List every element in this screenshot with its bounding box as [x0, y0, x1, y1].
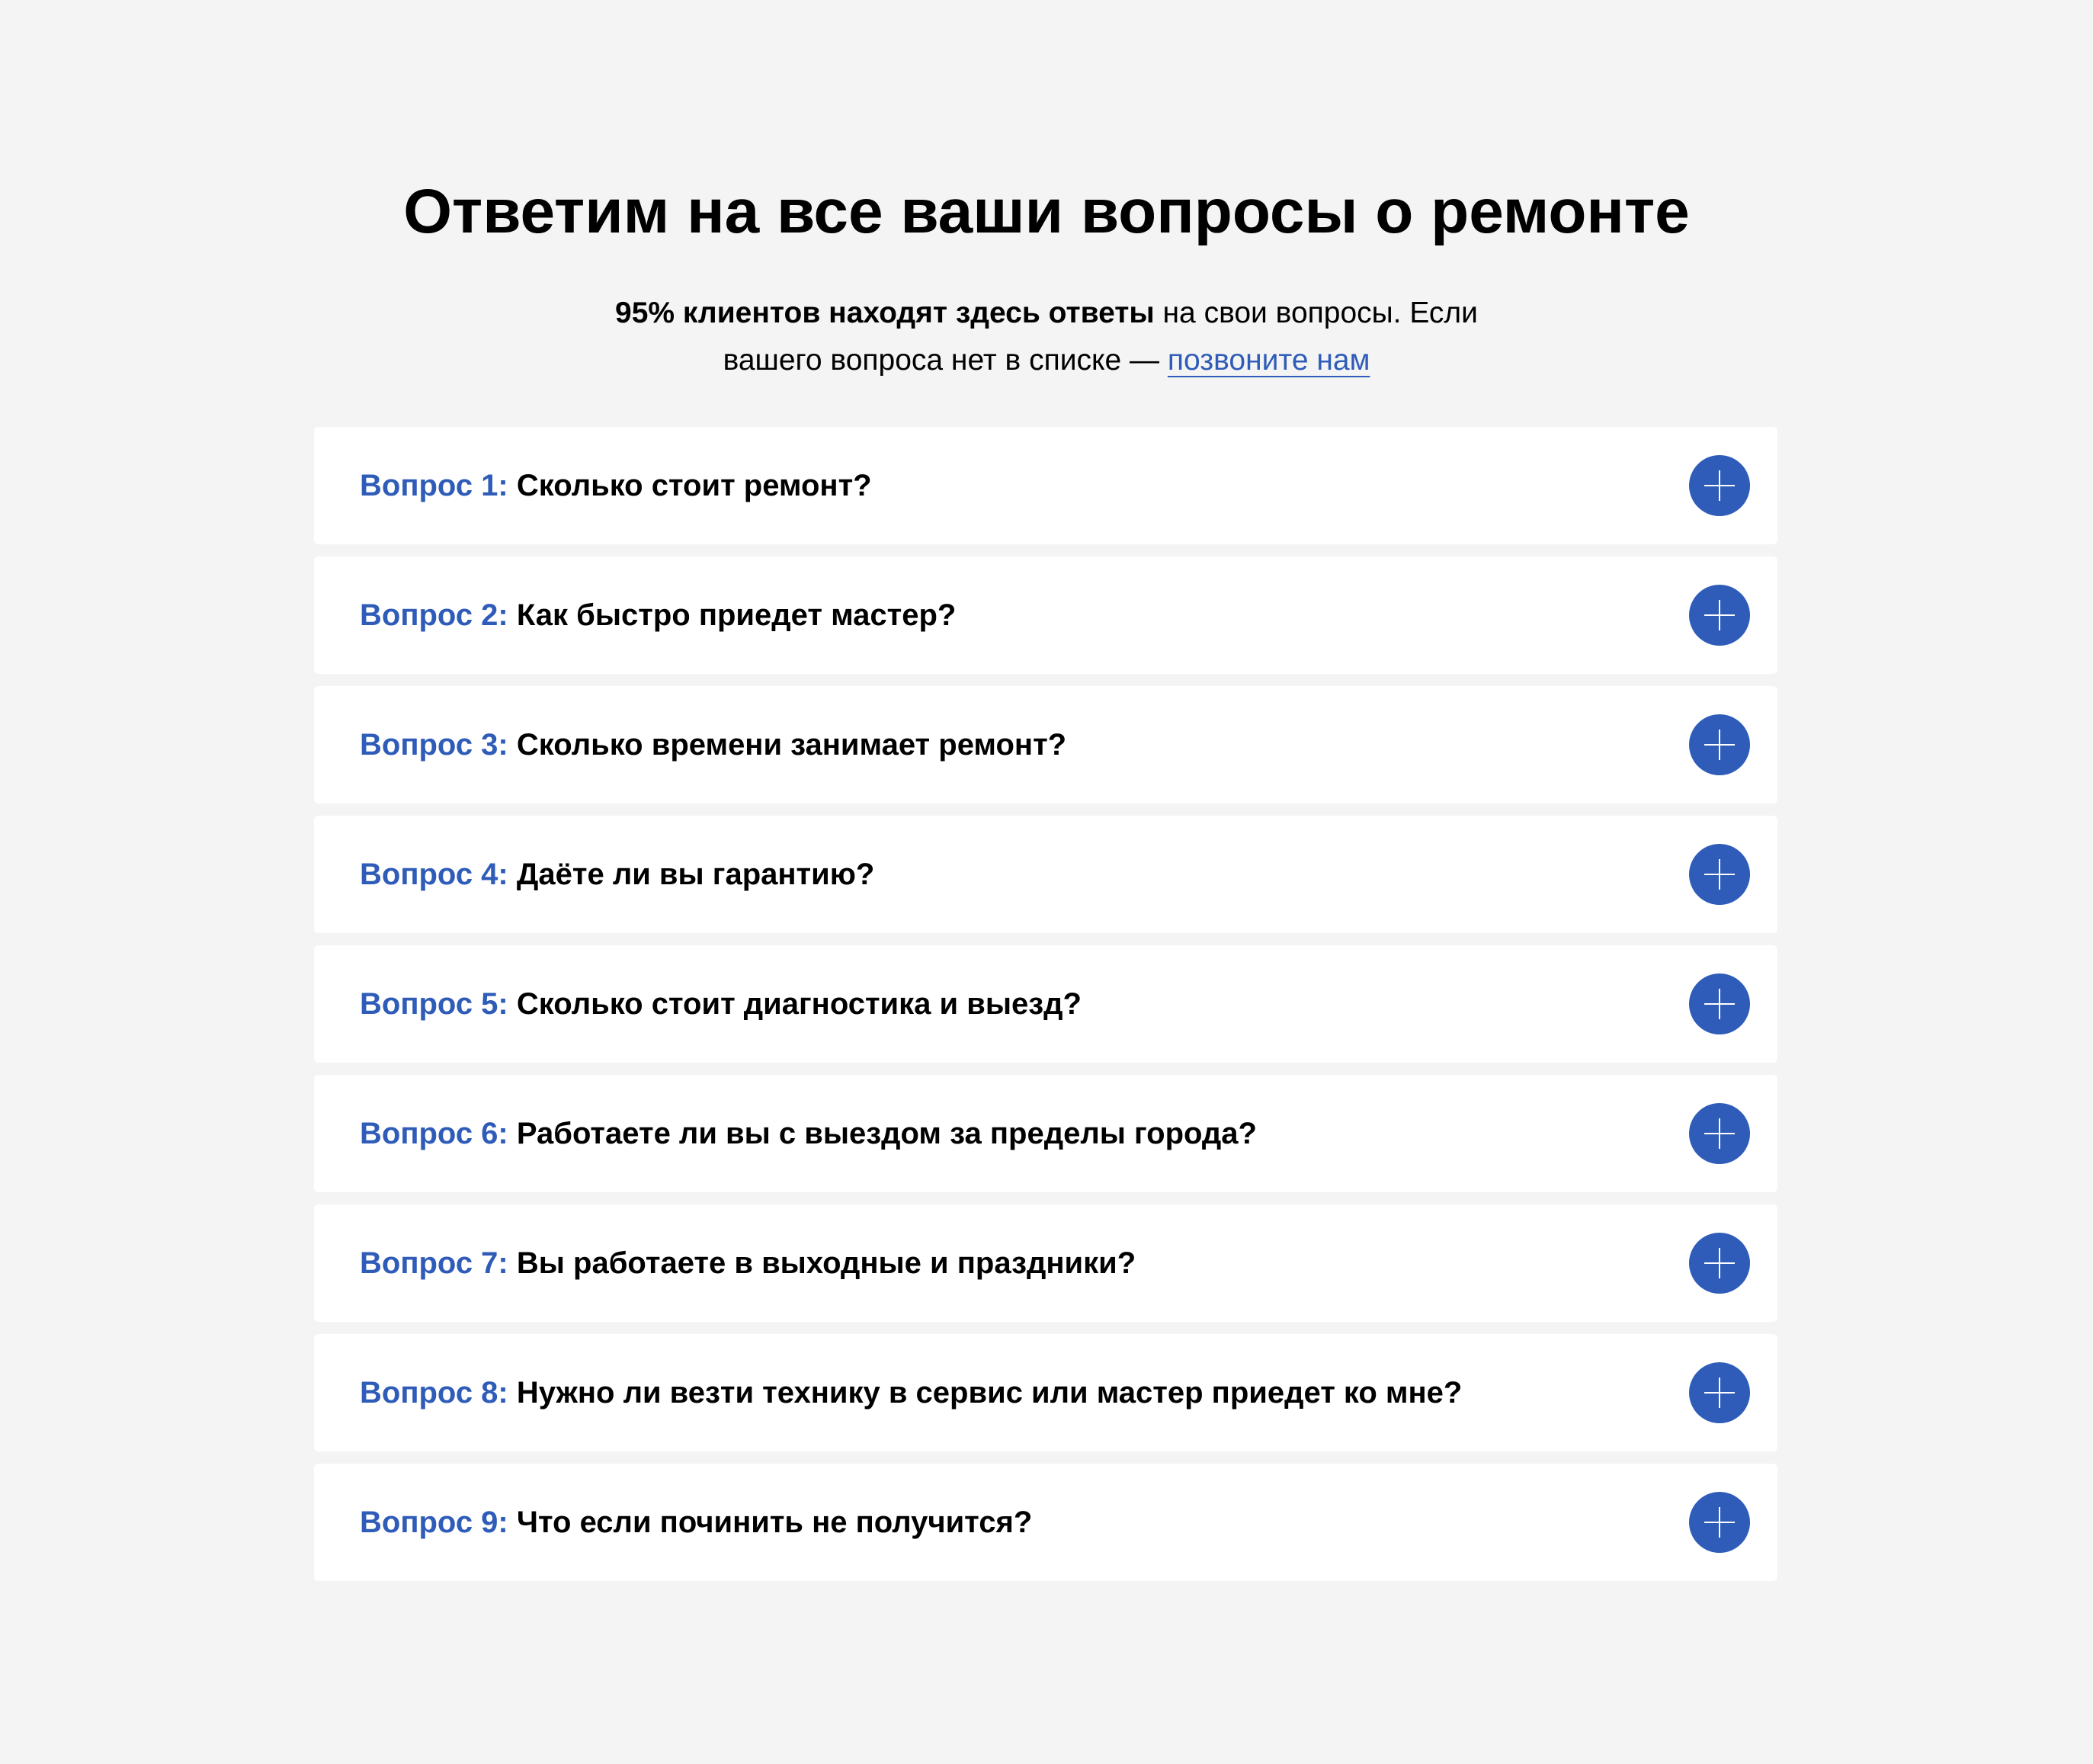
faq-item-5[interactable]: Вопрос 5: Сколько стоит диагностика и вы… [314, 945, 1777, 1063]
faq-question-text: Как быстро приедет мастер? [516, 598, 957, 632]
faq-question: Вопрос 2: Как быстро приедет мастер? [360, 556, 956, 674]
faq-question: Вопрос 8: Нужно ли везти технику в серви… [360, 1334, 1462, 1451]
call-us-link[interactable]: позвоните нам [1168, 344, 1370, 377]
expand-button[interactable] [1689, 1492, 1750, 1553]
faq-question: Вопрос 4: Даёте ли вы гарантию? [360, 816, 874, 933]
plus-icon [1704, 1248, 1735, 1278]
faq-number: Вопрос 5: [360, 987, 508, 1021]
faq-question: Вопрос 5: Сколько стоит диагностика и вы… [360, 945, 1082, 1063]
faq-question-text: Вы работаете в выходные и праздники? [516, 1246, 1136, 1280]
page-title: Ответим на все ваши вопросы о ремонте [403, 177, 1690, 246]
plus-icon [1704, 989, 1735, 1019]
faq-number: Вопрос 6: [360, 1117, 508, 1150]
faq-question: Вопрос 3: Сколько времени занимает ремон… [360, 686, 1066, 803]
faq-number: Вопрос 8: [360, 1376, 508, 1410]
faq-item-4[interactable]: Вопрос 4: Даёте ли вы гарантию? [314, 816, 1777, 933]
expand-button[interactable] [1689, 973, 1750, 1034]
faq-item-1[interactable]: Вопрос 1: Сколько стоит ремонт? [314, 427, 1777, 544]
faq-number: Вопрос 3: [360, 728, 508, 762]
faq-item-7[interactable]: Вопрос 7: Вы работаете в выходные и праз… [314, 1204, 1777, 1322]
subtitle-text: на свои вопросы. Если [1154, 297, 1478, 329]
faq-question-text: Что если починить не получится? [516, 1506, 1033, 1539]
faq-number: Вопрос 2: [360, 598, 508, 632]
expand-button[interactable] [1689, 1233, 1750, 1294]
faq-item-3[interactable]: Вопрос 3: Сколько времени занимает ремон… [314, 686, 1777, 803]
subtitle-line-1: 95% клиентов находят здесь ответы на сво… [513, 290, 1580, 337]
subtitle-highlight: 95% клиентов находят здесь ответы [615, 297, 1155, 329]
faq-item-2[interactable]: Вопрос 2: Как быстро приедет мастер? [314, 556, 1777, 674]
plus-icon [1704, 1378, 1735, 1408]
faq-list: Вопрос 1: Сколько стоит ремонт? Вопрос 2… [314, 427, 1777, 1593]
expand-button[interactable] [1689, 1362, 1750, 1423]
plus-icon [1704, 470, 1735, 501]
faq-question: Вопрос 1: Сколько стоит ремонт? [360, 427, 872, 544]
faq-question-text: Даёте ли вы гарантию? [516, 858, 875, 891]
faq-number: Вопрос 7: [360, 1246, 508, 1280]
faq-number: Вопрос 9: [360, 1506, 508, 1539]
faq-number: Вопрос 4: [360, 858, 508, 891]
subtitle-text-2: вашего вопроса нет в списке — [723, 344, 1168, 377]
page-subtitle: 95% клиентов находят здесь ответы на сво… [513, 290, 1580, 384]
faq-question-text: Работаете ли вы с выездом за пределы гор… [516, 1117, 1257, 1150]
plus-icon [1704, 859, 1735, 890]
expand-button[interactable] [1689, 585, 1750, 646]
subtitle-line-2: вашего вопроса нет в списке — позвоните … [513, 337, 1580, 384]
plus-icon [1704, 1118, 1735, 1149]
faq-question-text: Нужно ли везти технику в сервис или маст… [516, 1376, 1463, 1410]
faq-question: Вопрос 7: Вы работаете в выходные и праз… [360, 1204, 1136, 1322]
plus-icon [1704, 600, 1735, 630]
faq-question: Вопрос 6: Работаете ли вы с выездом за п… [360, 1075, 1257, 1192]
expand-button[interactable] [1689, 844, 1750, 905]
faq-item-6[interactable]: Вопрос 6: Работаете ли вы с выездом за п… [314, 1075, 1777, 1192]
faq-section: Ответим на все ваши вопросы о ремонте 95… [0, 0, 2093, 1764]
expand-button[interactable] [1689, 455, 1750, 516]
plus-icon [1704, 1507, 1735, 1538]
expand-button[interactable] [1689, 1103, 1750, 1164]
faq-item-9[interactable]: Вопрос 9: Что если починить не получится… [314, 1464, 1777, 1581]
expand-button[interactable] [1689, 714, 1750, 775]
faq-question-text: Сколько стоит ремонт? [516, 469, 872, 502]
faq-question-text: Сколько времени занимает ремонт? [516, 728, 1067, 762]
faq-number: Вопрос 1: [360, 469, 508, 502]
faq-question: Вопрос 9: Что если починить не получится… [360, 1464, 1032, 1581]
plus-icon [1704, 730, 1735, 760]
faq-item-8[interactable]: Вопрос 8: Нужно ли везти технику в серви… [314, 1334, 1777, 1451]
faq-question-text: Сколько стоит диагностика и выезд? [516, 987, 1082, 1021]
